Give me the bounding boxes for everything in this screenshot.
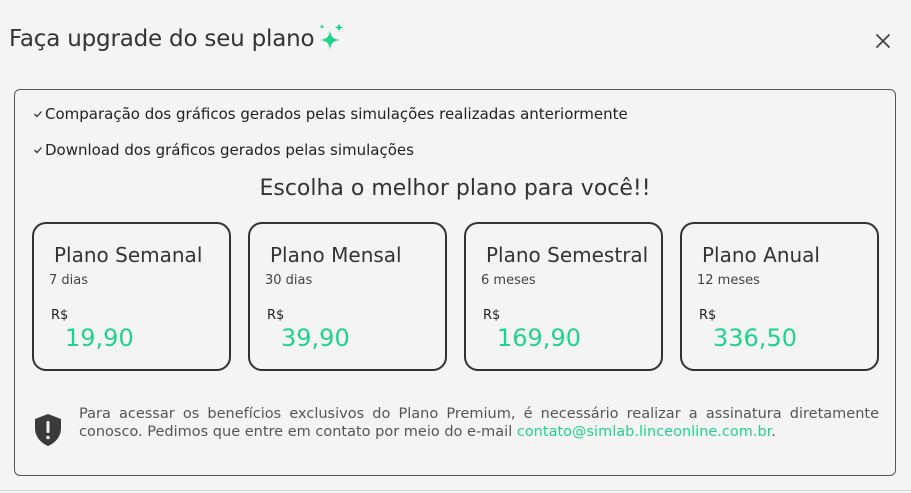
sparkle-icon (318, 22, 346, 58)
plan-currency: R$ (699, 308, 717, 323)
choose-plan-heading: Escolha o melhor plano para você!! (259, 176, 651, 201)
close-button[interactable] (873, 31, 893, 51)
close-icon (876, 34, 890, 48)
plan-currency: R$ (483, 308, 501, 323)
plan-name: Plano Anual (702, 243, 820, 267)
plan-currency: R$ (51, 308, 69, 323)
plan-name: Plano Semestral (486, 243, 649, 267)
upgrade-modal: Faça upgrade do seu plano Comparação dos… (0, 0, 911, 493)
plan-name: Plano Semanal (54, 243, 203, 267)
feature-item: Download dos gráficos gerados pelas simu… (33, 141, 414, 159)
plan-card-semanal[interactable]: Plano Semanal 7 dias R$ 19,90 (32, 222, 231, 371)
plan-period: 30 dias (265, 273, 313, 288)
plan-card-semestral[interactable]: Plano Semestral 6 meses R$ 169,90 (464, 222, 663, 371)
divider (0, 490, 911, 491)
plan-card-anual[interactable]: Plano Anual 12 meses R$ 336,50 (680, 222, 879, 371)
modal-header: Faça upgrade do seu plano (9, 20, 346, 58)
notice-text: Para acessar os benefícios exclusivos do… (79, 405, 879, 451)
plan-period: 6 meses (481, 273, 536, 288)
plan-currency: R$ (267, 308, 285, 323)
plan-card-mensal[interactable]: Plano Mensal 30 dias R$ 39,90 (248, 222, 447, 371)
feature-text: Comparação dos gráficos gerados pelas si… (45, 105, 628, 123)
modal-title: Faça upgrade do seu plano (9, 26, 315, 52)
shield-alert-icon (33, 413, 63, 451)
feature-item: Comparação dos gráficos gerados pelas si… (33, 105, 628, 123)
plan-period: 7 dias (49, 273, 89, 288)
plan-price: 39,90 (281, 324, 350, 352)
plan-period: 12 meses (697, 273, 760, 288)
plan-price: 19,90 (65, 324, 134, 352)
check-icon (33, 141, 45, 159)
feature-text: Download dos gráficos gerados pelas simu… (45, 141, 414, 159)
contact-email-link[interactable]: contato@simlab.linceonline.com.br (517, 424, 772, 440)
plan-price: 169,90 (497, 324, 581, 352)
plan-price: 336,50 (713, 324, 797, 352)
plans-panel: Comparação dos gráficos gerados pelas si… (14, 89, 896, 476)
plan-name: Plano Mensal (270, 243, 402, 267)
notice-suffix: . (771, 424, 776, 440)
check-icon (33, 105, 45, 123)
premium-notice: Para acessar os benefícios exclusivos do… (33, 405, 879, 451)
